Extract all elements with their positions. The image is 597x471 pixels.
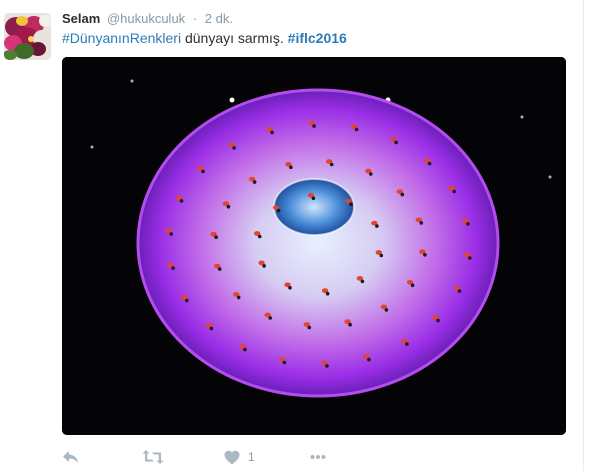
dancer-shadow xyxy=(282,360,287,365)
dancer-shadow xyxy=(243,347,247,352)
tweet-media-photo[interactable] xyxy=(62,57,566,435)
dancer-shadow xyxy=(214,235,218,239)
dancer-shadow xyxy=(375,224,379,228)
dancer-shadow xyxy=(179,199,184,203)
dancer-shadow xyxy=(201,169,205,174)
hashtag-dunyaninrenkleri[interactable]: #DünyanınRenkleri xyxy=(62,30,181,46)
dancer-shadow xyxy=(209,326,214,331)
dancer-shadow xyxy=(348,322,352,327)
dancer-shadow xyxy=(457,289,462,293)
dancer-shadow xyxy=(410,283,415,288)
dancer-shadow xyxy=(232,146,236,150)
dancer-shadow xyxy=(217,267,222,271)
dancer-shadow xyxy=(226,204,231,209)
dancer-shadow xyxy=(169,232,173,236)
dancer-shadow xyxy=(312,124,316,128)
dancer-shadow xyxy=(262,264,266,268)
more-button[interactable] xyxy=(310,446,326,468)
dancer-shadow xyxy=(468,256,472,260)
dancer-shadow xyxy=(289,165,293,170)
user-handle[interactable]: @hukukculuk xyxy=(107,11,185,26)
display-name[interactable]: Selam xyxy=(62,11,100,26)
dancer-shadow xyxy=(288,286,292,290)
dancer-shadow xyxy=(436,318,440,323)
tweet-actions: 1 xyxy=(62,446,542,468)
dancer-shadow xyxy=(427,161,432,166)
hashtag-iflc2016[interactable]: #iflc2016 xyxy=(288,30,347,46)
dancer-shadow xyxy=(394,140,398,145)
separator-dot: · xyxy=(192,11,198,26)
dancer-shadow xyxy=(236,295,241,300)
dancer-shadow xyxy=(325,364,329,368)
dancer-shadow xyxy=(419,221,424,225)
dancer-shadow xyxy=(354,127,359,132)
dancer-shadow xyxy=(270,130,274,135)
heart-icon xyxy=(224,450,240,464)
tweet-timestamp[interactable]: 2 dk. xyxy=(205,11,233,26)
like-count: 1 xyxy=(248,450,255,464)
tweet-header: Selam @hukukculuk · 2 dk. xyxy=(62,11,233,26)
dancer-shadow xyxy=(452,189,457,194)
dancer-shadow xyxy=(252,180,257,184)
user-avatar[interactable] xyxy=(4,13,51,60)
dancer-shadow xyxy=(329,162,334,167)
dancer-shadow xyxy=(423,253,427,257)
dancer-shadow xyxy=(369,172,373,176)
dancer-shadow xyxy=(276,208,281,213)
dancer-shadow xyxy=(171,266,175,270)
reply-button[interactable] xyxy=(62,446,80,468)
dancer-shadow xyxy=(268,316,272,320)
tweet-text-body: dünyayı sarmış. xyxy=(181,30,288,46)
dancer-shadow xyxy=(360,279,365,284)
more-icon xyxy=(310,455,326,459)
flower-bouquet-avatar-icon xyxy=(4,13,51,60)
dancer-shadow xyxy=(384,308,389,312)
dancer-shadow xyxy=(405,342,409,346)
stage-performance-photo-icon xyxy=(62,57,566,435)
dancer-shadow xyxy=(400,192,405,197)
dancer-shadow xyxy=(367,357,371,362)
dancer-shadow xyxy=(185,298,189,303)
dancer-shadow xyxy=(311,196,316,201)
reply-icon xyxy=(63,451,78,463)
tweet-card: Selam @hukukculuk · 2 dk. #DünyanınRenkl… xyxy=(0,0,597,471)
dancer-shadow xyxy=(257,234,262,239)
retweet-icon xyxy=(142,450,164,464)
timeline-divider xyxy=(583,0,584,471)
tweet-text: #DünyanınRenkleri dünyayı sarmış. #iflc2… xyxy=(62,30,347,46)
retweet-button[interactable] xyxy=(142,446,164,468)
dancer-shadow xyxy=(325,291,330,296)
dancer-shadow xyxy=(349,202,353,206)
like-button[interactable]: 1 xyxy=(224,446,255,468)
dancer-shadow xyxy=(379,253,384,258)
dancer-shadow xyxy=(466,222,470,226)
dancer-shadow xyxy=(307,325,312,330)
